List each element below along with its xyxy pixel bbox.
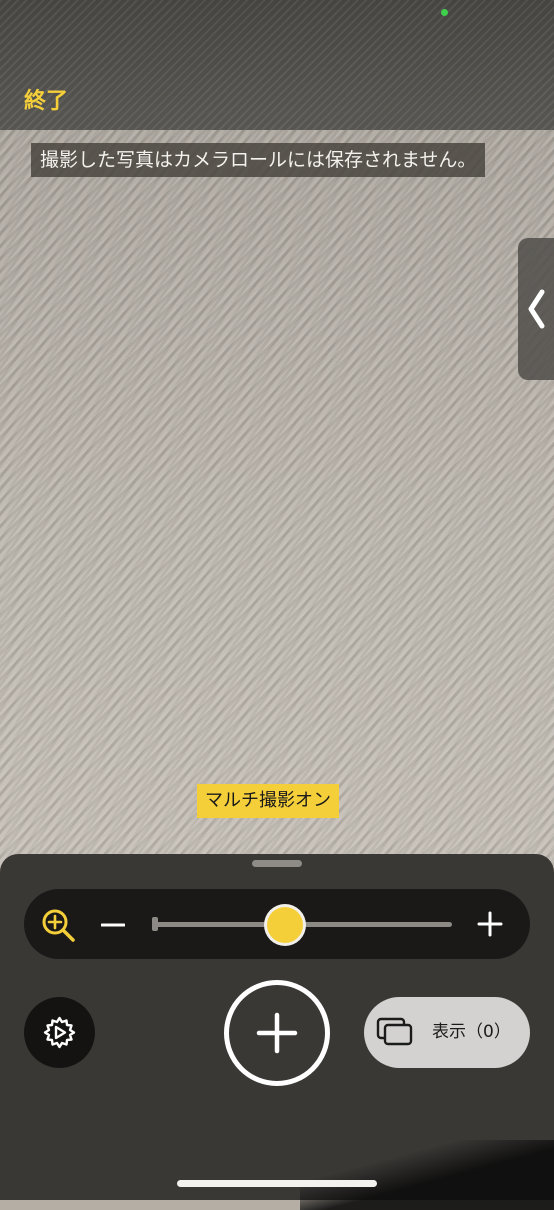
settings-button[interactable] — [24, 997, 95, 1068]
camera-in-use-indicator — [441, 9, 448, 16]
home-indicator[interactable] — [177, 1180, 377, 1187]
plus-icon — [256, 1012, 298, 1054]
chevron-left-icon — [528, 289, 545, 329]
stacked-photos-icon — [376, 1017, 413, 1046]
minus-icon[interactable] — [101, 922, 125, 928]
zoom-slider-thumb[interactable] — [266, 906, 303, 943]
plus-icon[interactable] — [477, 911, 503, 937]
top-bar — [0, 0, 554, 130]
side-panel-tab[interactable] — [518, 238, 554, 380]
done-button[interactable]: 終了 — [24, 83, 68, 115]
camera-roll-notice: 撮影した写真はカメラロールには保存されません。 — [31, 143, 486, 177]
capture-button[interactable] — [224, 980, 330, 1086]
gear-play-icon — [43, 1016, 76, 1049]
multi-capture-badge: マルチ撮影オン — [197, 784, 339, 818]
view-photos-label: 表示（0） — [432, 1022, 511, 1042]
panel-grabber[interactable] — [252, 860, 302, 867]
view-photos-button[interactable]: 表示（0） — [364, 997, 530, 1068]
magnifier-plus-icon[interactable] — [40, 907, 78, 945]
